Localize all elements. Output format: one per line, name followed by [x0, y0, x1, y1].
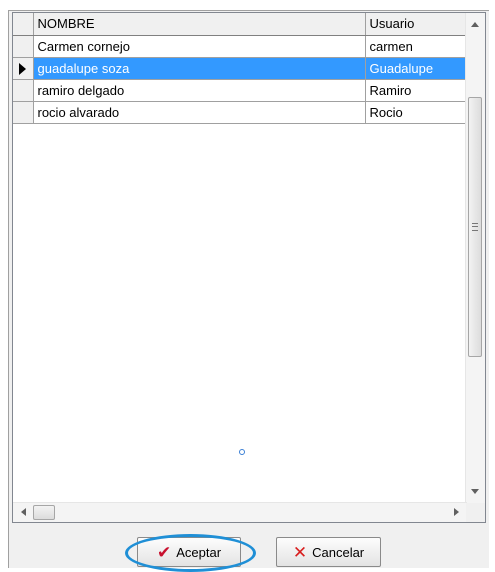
cell-nombre[interactable]: ramiro delgado [33, 79, 366, 102]
header-row: NOMBRE Usuario [13, 13, 466, 36]
row-indicator[interactable] [13, 35, 34, 58]
cell-usuario[interactable]: Rocio [365, 101, 466, 124]
cell-usuario[interactable]: Ramiro [365, 79, 466, 102]
accept-button-label: Aceptar [176, 544, 222, 560]
table-row-selected[interactable]: guadalupe soza Guadalupe [13, 57, 466, 80]
scroll-right-icon[interactable] [454, 508, 459, 516]
x-icon: ✕ [292, 542, 308, 562]
check-icon: ✔ [156, 542, 172, 562]
column-header-usuario[interactable]: Usuario [365, 13, 466, 36]
cell-usuario[interactable]: carmen [365, 35, 466, 58]
scroll-up-icon[interactable] [471, 22, 479, 27]
row-indicator[interactable] [13, 57, 34, 80]
cell-nombre[interactable]: rocio alvarado [33, 101, 366, 124]
column-header-nombre[interactable]: NOMBRE [33, 13, 366, 36]
row-indicator[interactable] [13, 79, 34, 102]
cancel-button[interactable]: ✕ Cancelar [276, 537, 381, 567]
vertical-scrollbar[interactable] [465, 13, 485, 503]
cell-usuario[interactable]: Guadalupe [365, 57, 466, 80]
horizontal-scroll-thumb[interactable] [33, 505, 55, 520]
users-grid[interactable]: NOMBRE Usuario Carmen cornejo carmen gua… [12, 12, 486, 523]
accept-button[interactable]: ✔ Aceptar [137, 537, 241, 567]
grip-icon [472, 223, 478, 231]
cell-nombre[interactable]: guadalupe soza [33, 57, 366, 80]
header-indicator-cell [13, 13, 34, 36]
vertical-scroll-thumb[interactable] [468, 97, 482, 357]
users-table: NOMBRE Usuario Carmen cornejo carmen gua… [13, 13, 466, 124]
cursor-dot-icon [239, 449, 245, 455]
cancel-button-label: Cancelar [312, 544, 365, 560]
table-row[interactable]: rocio alvarado Rocio [13, 101, 466, 124]
table-row[interactable]: ramiro delgado Ramiro [13, 79, 466, 102]
current-row-arrow-icon [19, 62, 26, 75]
scroll-left-icon[interactable] [21, 508, 26, 516]
horizontal-scrollbar[interactable] [13, 502, 467, 522]
table-row[interactable]: Carmen cornejo carmen [13, 35, 466, 58]
scroll-down-icon[interactable] [471, 489, 479, 494]
row-indicator[interactable] [13, 101, 34, 124]
cell-nombre[interactable]: Carmen cornejo [33, 35, 366, 58]
scrollbar-corner [466, 503, 485, 522]
